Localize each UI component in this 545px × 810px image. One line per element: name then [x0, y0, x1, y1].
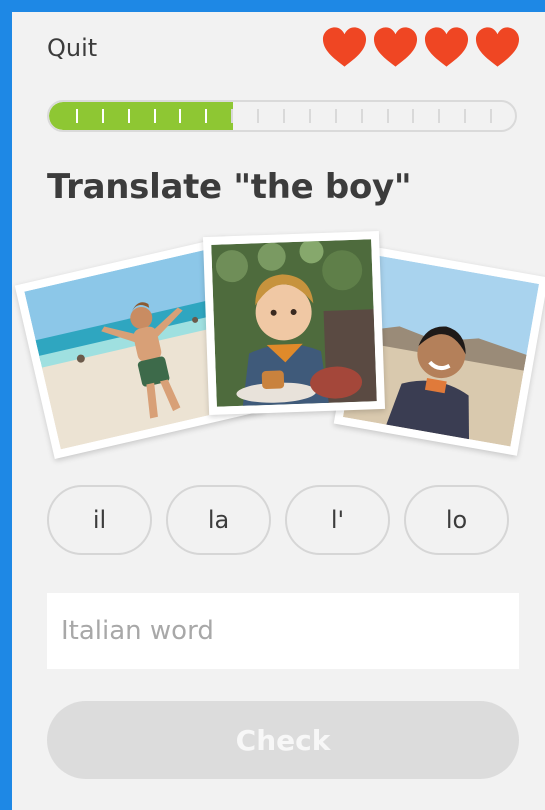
prompt-title: Translate "the boy" — [47, 167, 412, 207]
lesson-screen: Quit Translate "the boy" il la l' lo Ita… — [12, 12, 545, 810]
italian-word-input[interactable] — [47, 593, 519, 669]
progress-tick — [387, 109, 389, 123]
heart-icon — [373, 27, 418, 67]
toddler-boy-photo[interactable] — [202, 230, 386, 416]
choice-la-button[interactable]: la — [166, 485, 271, 555]
progress-tick — [335, 109, 337, 123]
progress-tick — [102, 109, 104, 123]
progress-tick — [412, 109, 414, 123]
heart-icon — [475, 27, 520, 67]
choice-lo-button[interactable]: lo — [404, 485, 509, 555]
progress-ticks — [49, 102, 515, 130]
progress-tick — [257, 109, 259, 123]
progress-tick — [205, 109, 207, 123]
lives-indicator — [321, 26, 521, 68]
lesson-progress-bar — [47, 100, 517, 132]
progress-tick — [179, 109, 181, 123]
quit-button[interactable]: Quit — [47, 34, 97, 62]
photo-toddler-boy-icon — [211, 239, 377, 407]
choice-l-apostrophe-button[interactable]: l' — [285, 485, 390, 555]
heart-icon — [322, 27, 367, 67]
heart-icon — [424, 27, 469, 67]
progress-tick — [283, 109, 285, 123]
progress-tick — [154, 109, 156, 123]
word-choices: il la l' lo — [47, 485, 509, 555]
progress-tick — [76, 109, 78, 123]
progress-tick — [231, 109, 233, 123]
progress-tick — [309, 109, 311, 123]
progress-tick — [490, 109, 492, 123]
check-button[interactable]: Check — [47, 701, 519, 779]
progress-tick — [464, 109, 466, 123]
progress-tick — [438, 109, 440, 123]
progress-tick — [361, 109, 363, 123]
progress-tick — [128, 109, 130, 123]
choice-il-button[interactable]: il — [47, 485, 152, 555]
